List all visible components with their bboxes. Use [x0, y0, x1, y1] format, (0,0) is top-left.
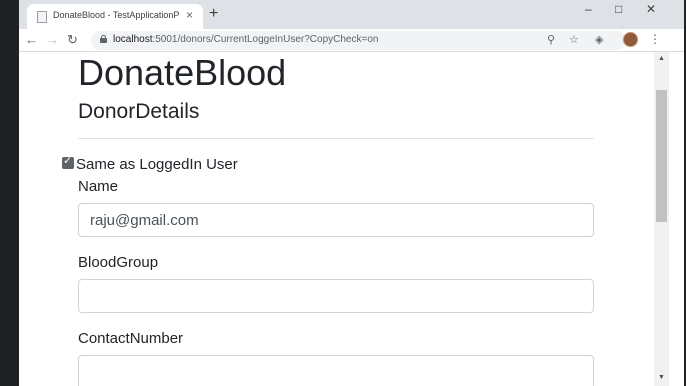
extension-icon[interactable]: ◈	[595, 33, 603, 47]
page-content: DonateBlood DonorDetails ✓ Same as Logge…	[19, 52, 654, 386]
scroll-up-icon[interactable]: ▲	[658, 55, 665, 62]
close-tab-icon[interactable]: ×	[186, 8, 193, 22]
profile-avatar[interactable]	[623, 32, 638, 47]
browser-menu-icon[interactable]: ⋮	[649, 31, 661, 47]
browser-toolbar: ← → ↻ localhost:5001/donors/CurrentLogge…	[19, 29, 684, 52]
zoom-icon[interactable]: ⚲	[547, 33, 555, 47]
name-label: Name	[78, 178, 119, 195]
scrollbar-thumb[interactable]	[656, 90, 667, 222]
checkmark-icon: ✓	[63, 155, 73, 167]
close-window-icon[interactable]: ✕	[646, 2, 656, 16]
contactnumber-field[interactable]	[78, 355, 594, 386]
bloodgroup-field[interactable]	[78, 279, 594, 313]
url-text[interactable]: localhost:5001/donors/CurrentLoggeInUser…	[113, 34, 378, 45]
bloodgroup-label: BloodGroup	[78, 254, 159, 271]
bookmark-star-icon[interactable]: ☆	[569, 33, 579, 47]
url-path: :5001/donors/CurrentLoggeInUser?CopyChec…	[152, 34, 379, 45]
page-subtitle: DonorDetails	[78, 100, 200, 123]
reload-icon[interactable]: ↻	[67, 32, 78, 48]
browser-tabstrip: DonateBlood - TestApplicationP × + – □ ✕	[19, 0, 684, 29]
app-title: DonateBlood	[78, 52, 287, 93]
page-icon	[37, 11, 47, 23]
scroll-down-icon[interactable]: ▼	[658, 374, 665, 381]
copy-check-label: Same as LoggedIn User	[76, 156, 238, 173]
copy-check-checkbox[interactable]: ✓	[62, 155, 74, 169]
tab-title: DonateBlood - TestApplicationP	[53, 10, 180, 20]
frame-edge-left	[0, 0, 19, 386]
browser-tab[interactable]: DonateBlood - TestApplicationP ×	[27, 4, 203, 29]
name-field[interactable]	[78, 203, 594, 237]
divider	[78, 138, 594, 139]
lock-icon[interactable]	[100, 35, 107, 43]
new-tab-icon[interactable]: +	[209, 5, 218, 23]
page-scrollbar[interactable]: ▲ ▼	[654, 52, 669, 386]
maximize-icon[interactable]: □	[615, 2, 622, 16]
minimize-icon[interactable]: –	[585, 2, 592, 16]
url-host: localhost	[113, 34, 153, 45]
back-icon[interactable]: ←	[25, 32, 38, 48]
contactnumber-label: ContactNumber	[78, 330, 184, 347]
address-bar[interactable]: localhost:5001/donors/CurrentLoggeInUser…	[91, 31, 626, 50]
forward-icon[interactable]: →	[46, 32, 59, 48]
